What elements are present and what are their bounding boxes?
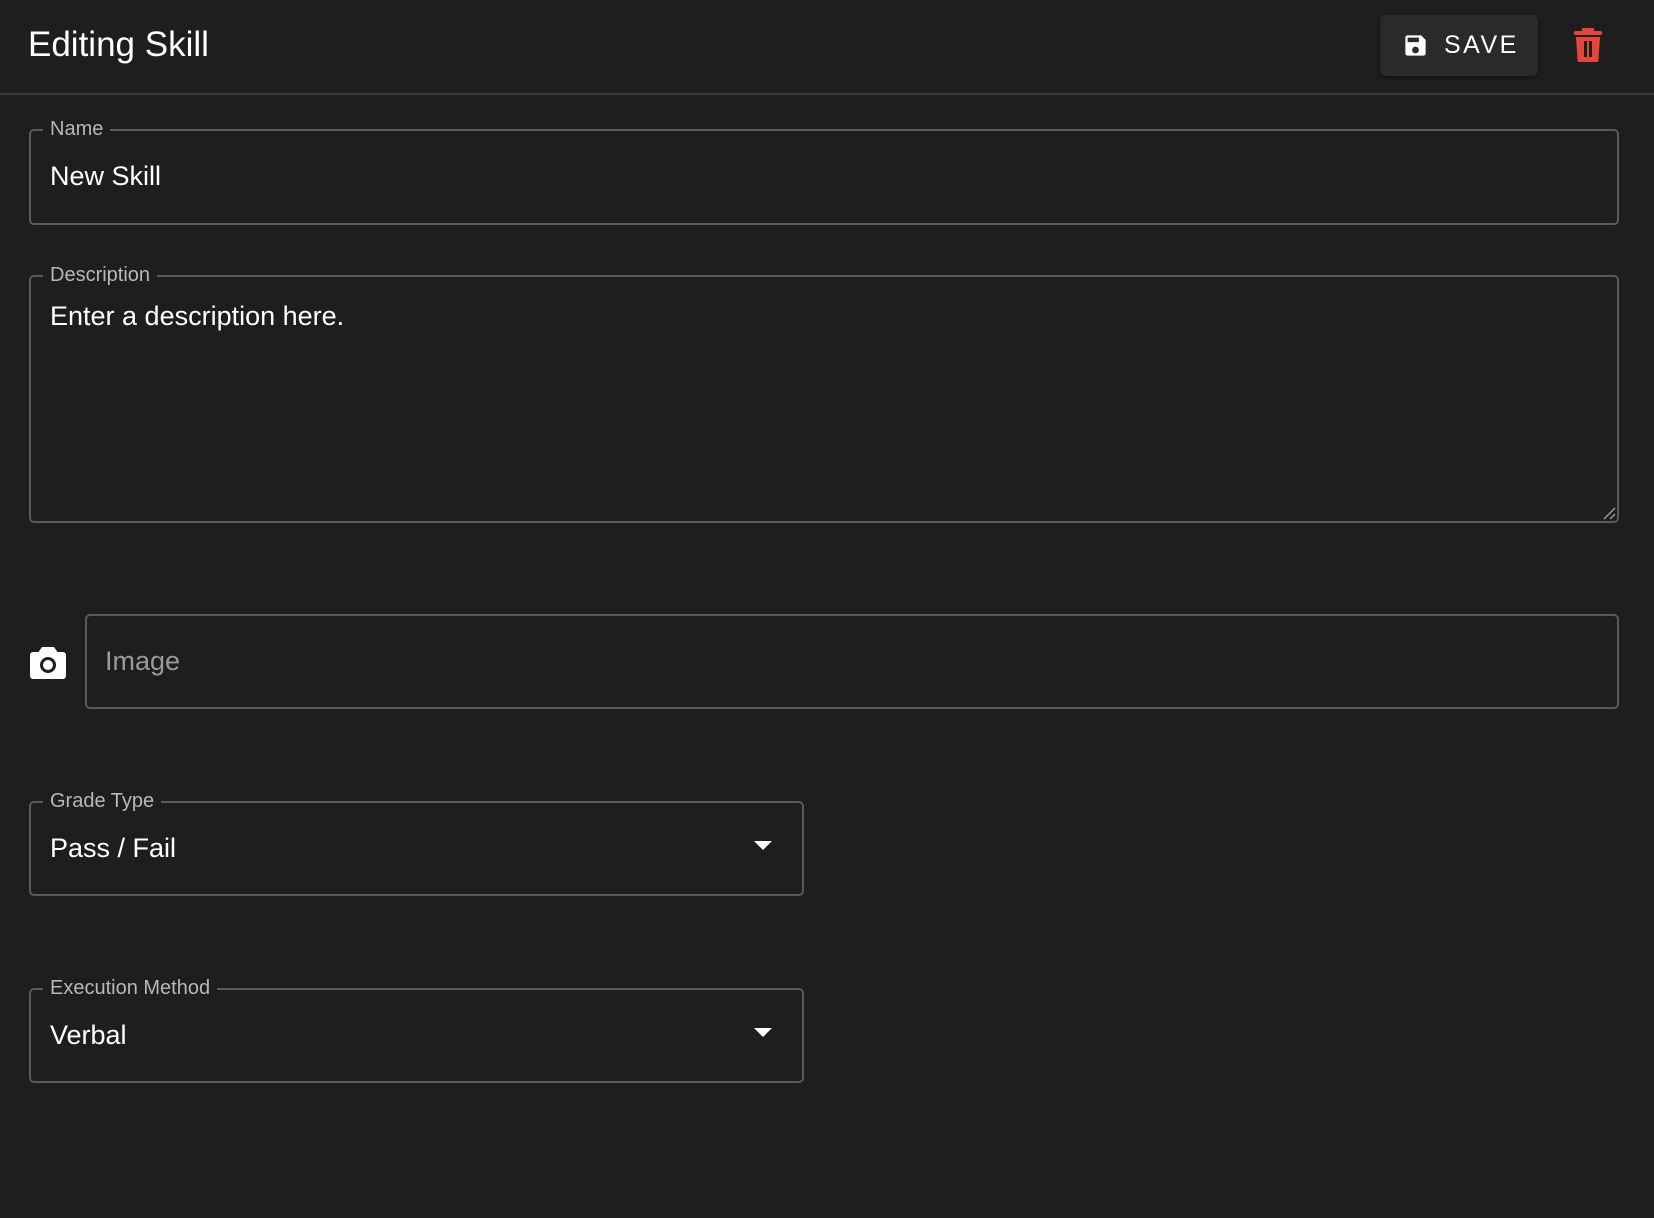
execution-method-select[interactable]: Execution Method Verbal xyxy=(29,976,804,1083)
description-field[interactable]: Description Enter a description here. xyxy=(29,263,1619,523)
chevron-down-icon[interactable] xyxy=(754,841,772,850)
grade-type-label: Grade Type xyxy=(43,789,162,813)
trash-icon xyxy=(1573,27,1603,65)
grade-type-select[interactable]: Grade Type Pass / Fail xyxy=(29,789,804,896)
name-label: Name xyxy=(43,117,111,141)
camera-icon[interactable] xyxy=(29,645,67,681)
page-title: Editing Skill xyxy=(28,25,209,64)
image-placeholder: Image xyxy=(105,646,181,676)
execution-method-label: Execution Method xyxy=(43,976,218,1000)
resize-handle-icon[interactable] xyxy=(1602,506,1616,520)
image-input[interactable]: Image xyxy=(85,614,1619,709)
chevron-down-icon[interactable] xyxy=(754,1028,772,1037)
delete-button[interactable] xyxy=(1566,24,1610,68)
floppy-disk-icon xyxy=(1402,32,1429,59)
save-button-label: SAVE xyxy=(1444,31,1519,59)
description-textarea[interactable]: Enter a description here. xyxy=(50,301,344,332)
grade-type-value: Pass / Fail xyxy=(50,833,177,863)
description-label: Description xyxy=(43,263,158,287)
app-header: Editing Skill SAVE xyxy=(0,0,1654,95)
execution-method-value: Verbal xyxy=(50,1020,127,1050)
name-field[interactable]: Name New Skill xyxy=(29,117,1619,225)
name-input[interactable]: New Skill xyxy=(50,161,161,192)
save-button[interactable]: SAVE xyxy=(1380,15,1538,76)
